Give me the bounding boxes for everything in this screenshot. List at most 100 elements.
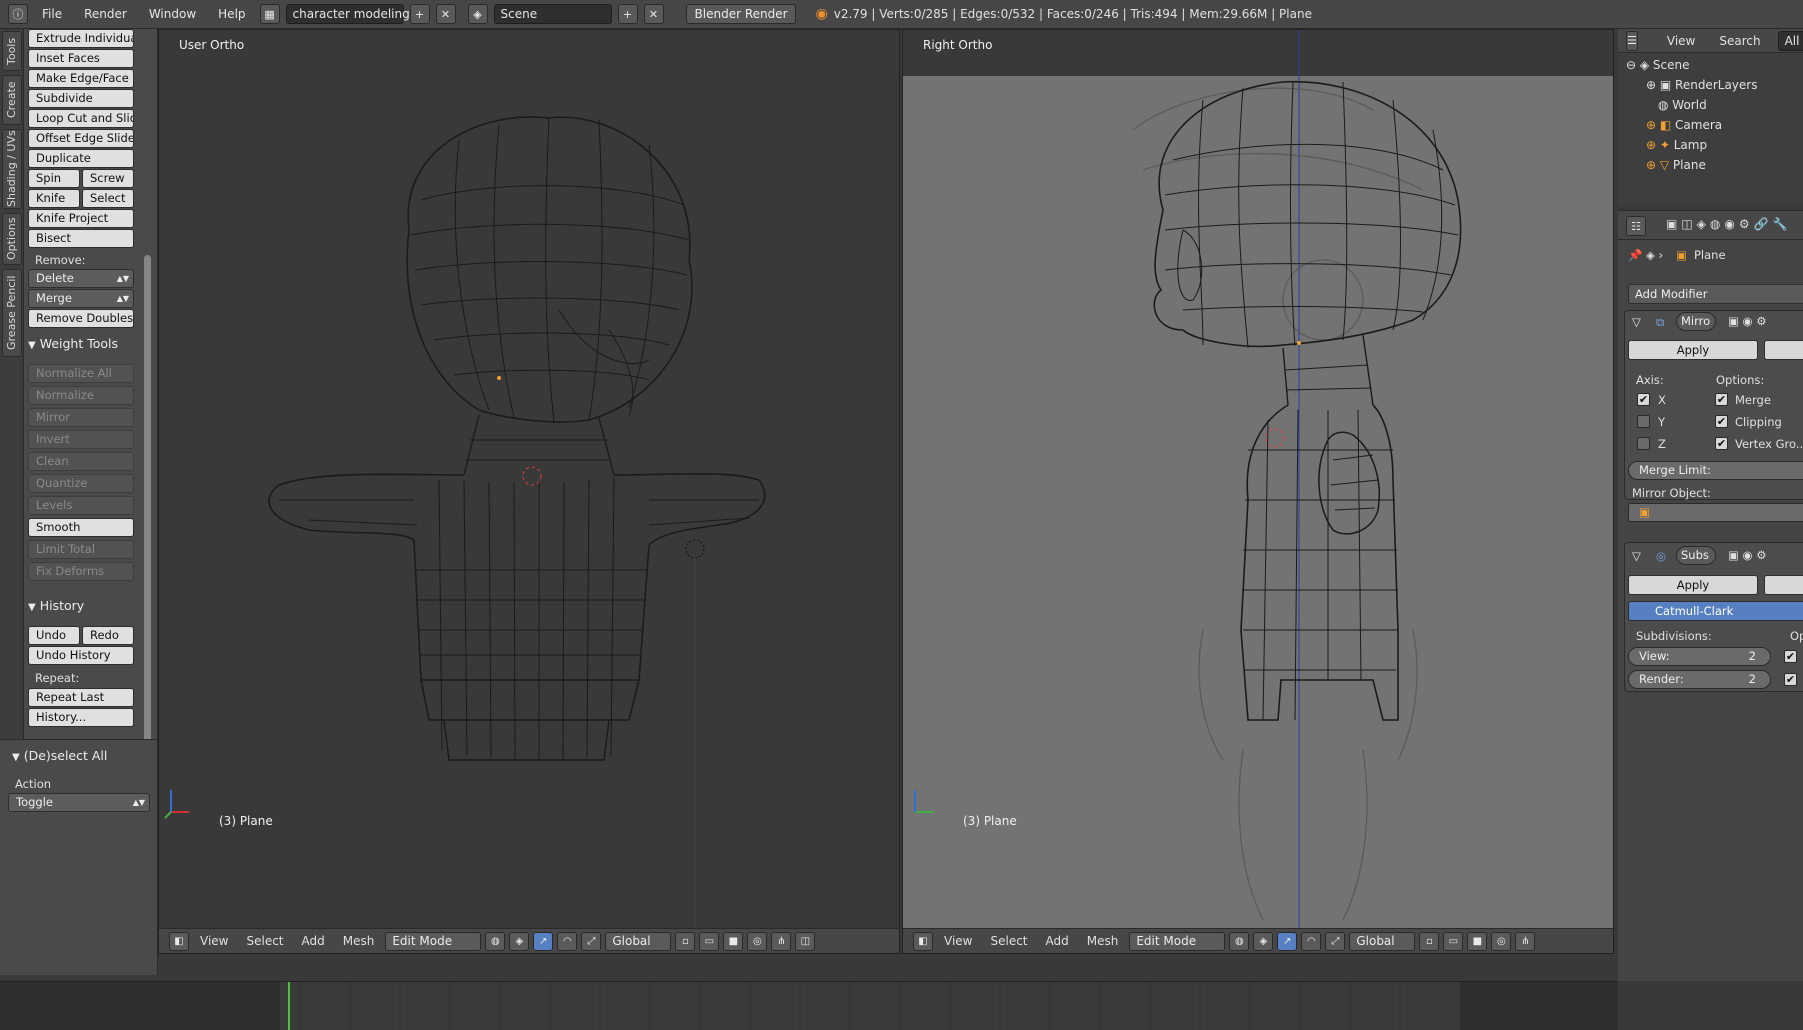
catmull-clark-toggle[interactable]: Catmull-Clark xyxy=(1628,601,1803,621)
menu-render[interactable]: Render xyxy=(76,3,135,25)
undo-history-button[interactable]: Undo History xyxy=(28,646,134,665)
optimal-display-checkbox[interactable]: ✔ xyxy=(1784,673,1797,686)
quantize-button[interactable]: Quantize xyxy=(28,474,134,493)
menu-window[interactable]: Window xyxy=(141,3,204,25)
fix-deforms-button[interactable]: Fix Deforms xyxy=(28,562,134,581)
add-scene-icon[interactable]: + xyxy=(617,4,638,24)
knife-button[interactable]: Knife xyxy=(28,189,80,208)
mirror-name-field[interactable]: Mirro xyxy=(1676,312,1716,331)
orientation-dropdown[interactable]: Global xyxy=(605,931,672,951)
scene-icon[interactable]: ◈ xyxy=(467,4,488,24)
knife-project-button[interactable]: Knife Project xyxy=(28,209,134,228)
mode-dropdown[interactable]: Edit Mode xyxy=(385,931,482,951)
operator-panel-header[interactable]: ▼ (De)select All xyxy=(12,748,122,763)
invert-button[interactable]: Invert xyxy=(28,430,134,449)
tool-shelf-scrollbar[interactable] xyxy=(144,255,151,749)
undo-button[interactable]: Undo xyxy=(28,626,80,645)
vertex-select-icon[interactable]: ▫ xyxy=(1419,931,1440,951)
mode-dropdown[interactable]: Edit Mode xyxy=(1129,931,1226,951)
menu-select[interactable]: Select xyxy=(239,934,290,948)
collapse-triangle-icon[interactable]: ▽ xyxy=(1632,549,1641,563)
tab-tools[interactable]: Tools xyxy=(2,31,22,71)
modifier-visibility-icons[interactable]: ▣ ◉ ⚙ xyxy=(1728,314,1767,328)
add-screen-icon[interactable]: + xyxy=(409,4,430,24)
timeline[interactable] xyxy=(0,981,1618,1030)
scale-manip-icon[interactable]: ⤢ xyxy=(1325,931,1346,951)
outliner-item-camera[interactable]: ⊕ ◧ Camera xyxy=(1618,115,1803,135)
manipulator-icon[interactable]: ↗ xyxy=(533,931,554,951)
view-levels-field[interactable]: View: 2 xyxy=(1628,647,1771,666)
merge-checkbox[interactable]: ✔ xyxy=(1715,393,1728,406)
scene-field[interactable]: Scene xyxy=(493,4,612,24)
axis-z-checkbox[interactable] xyxy=(1637,437,1650,450)
editor-type-icon[interactable]: ◧ xyxy=(913,931,933,951)
face-select-icon[interactable]: ■ xyxy=(1467,931,1488,951)
manipulator-icon[interactable]: ↗ xyxy=(1277,931,1298,951)
spin-button[interactable]: Spin xyxy=(28,169,80,188)
subdivide-button[interactable]: Subdivide xyxy=(28,89,134,108)
extrude-individual-button[interactable]: Extrude Individual xyxy=(28,29,134,48)
menu-view[interactable]: View xyxy=(193,934,235,948)
action-dropdown[interactable]: Toggle ▲▼ xyxy=(8,793,150,812)
snap-icon[interactable]: ⋔ xyxy=(771,931,792,951)
rotate-manip-icon[interactable]: ◠ xyxy=(1301,931,1322,951)
axis-x-checkbox[interactable]: ✔ xyxy=(1637,393,1650,406)
menu-add[interactable]: Add xyxy=(1039,934,1076,948)
outliner-item-plane[interactable]: ⊕ ▽ Plane xyxy=(1618,155,1803,175)
shading-icon[interactable]: ◍ xyxy=(485,931,506,951)
clean-button[interactable]: Clean xyxy=(28,452,134,471)
history-panel-header[interactable]: ▼ History xyxy=(28,598,138,613)
subsurf-copy-button[interactable] xyxy=(1764,575,1803,595)
screw-button[interactable]: Screw xyxy=(82,169,134,188)
remove-screen-icon[interactable]: ✕ xyxy=(435,4,456,24)
menu-select[interactable]: Select xyxy=(983,934,1034,948)
inset-faces-button[interactable]: Inset Faces xyxy=(28,49,134,68)
collapse-triangle-icon[interactable]: ▽ xyxy=(1632,315,1641,329)
merge-limit-field[interactable]: Merge Limit: xyxy=(1628,461,1803,480)
edge-select-icon[interactable]: ▭ xyxy=(699,931,720,951)
delete-dropdown[interactable]: Delete ▲▼ xyxy=(28,269,134,288)
vertex-select-icon[interactable]: ▫ xyxy=(675,931,696,951)
orientation-dropdown[interactable]: Global xyxy=(1349,931,1416,951)
menu-mesh[interactable]: Mesh xyxy=(1080,934,1126,948)
viewport-right-ortho[interactable]: Right Ortho (3) Plane ◧ View Select Add … xyxy=(902,29,1614,954)
menu-add[interactable]: Add xyxy=(295,934,332,948)
add-modifier-dropdown[interactable]: Add Modifier xyxy=(1628,284,1803,304)
outliner-item-scene[interactable]: ⊖ ◈ Scene xyxy=(1618,55,1803,75)
remove-doubles-button[interactable]: Remove Doubles xyxy=(28,309,134,328)
clipping-checkbox[interactable]: ✔ xyxy=(1715,415,1728,428)
outliner-item-lamp[interactable]: ⊕ ✦ Lamp xyxy=(1618,135,1803,155)
axis-y-checkbox[interactable] xyxy=(1637,415,1650,428)
outliner-item-world[interactable]: ◍ World xyxy=(1618,95,1803,115)
smooth-button[interactable]: Smooth xyxy=(28,518,134,537)
face-select-icon[interactable]: ■ xyxy=(723,931,744,951)
loop-cut-button[interactable]: Loop Cut and Slide xyxy=(28,109,134,128)
modifier-visibility-icons[interactable]: ▣ ◉ ⚙ xyxy=(1728,548,1767,562)
tab-shading-uvs[interactable]: Shading / UVs xyxy=(2,129,22,209)
menu-file[interactable]: File xyxy=(34,3,70,25)
merge-dropdown[interactable]: Merge ▲▼ xyxy=(28,289,134,308)
edge-select-icon[interactable]: ▭ xyxy=(1443,931,1464,951)
pivot-icon[interactable]: ◈ xyxy=(1253,931,1274,951)
viewport-user-ortho[interactable]: User Ortho (3) Plane ◧ View Select Add M… xyxy=(158,29,900,954)
render-levels-field[interactable]: Render: 2 xyxy=(1628,670,1771,689)
outliner-filter-dropdown[interactable]: All Sc xyxy=(1777,30,1803,51)
screen-layout-icon[interactable]: ▦ xyxy=(259,4,280,24)
mirror-weight-button[interactable]: Mirror xyxy=(28,408,134,427)
menu-view[interactable]: View xyxy=(937,934,979,948)
screen-layout-field[interactable]: character modeling xyxy=(285,4,410,24)
knife-select-button[interactable]: Select xyxy=(82,189,134,208)
outliner-editor-icon[interactable]: ☰ xyxy=(1626,30,1638,51)
menu-help[interactable]: Help xyxy=(210,3,253,25)
remove-scene-icon[interactable]: ✕ xyxy=(643,4,664,24)
make-edge-face-button[interactable]: Make Edge/Face xyxy=(28,69,134,88)
normalize-all-button[interactable]: Normalize All xyxy=(28,364,134,383)
scale-manip-icon[interactable]: ⤢ xyxy=(581,931,602,951)
3d-cursor-icon[interactable] xyxy=(522,466,542,486)
weight-tools-panel-header[interactable]: ▼ Weight Tools xyxy=(28,336,138,351)
tab-grease-pencil[interactable]: Grease Pencil xyxy=(2,269,22,357)
repeat-last-button[interactable]: Repeat Last xyxy=(28,688,134,707)
proportional-edit-icon[interactable]: ◎ xyxy=(1491,931,1512,951)
pin-icon[interactable]: 📌 ◈ › xyxy=(1628,248,1663,262)
rotate-manip-icon[interactable]: ◠ xyxy=(557,931,578,951)
